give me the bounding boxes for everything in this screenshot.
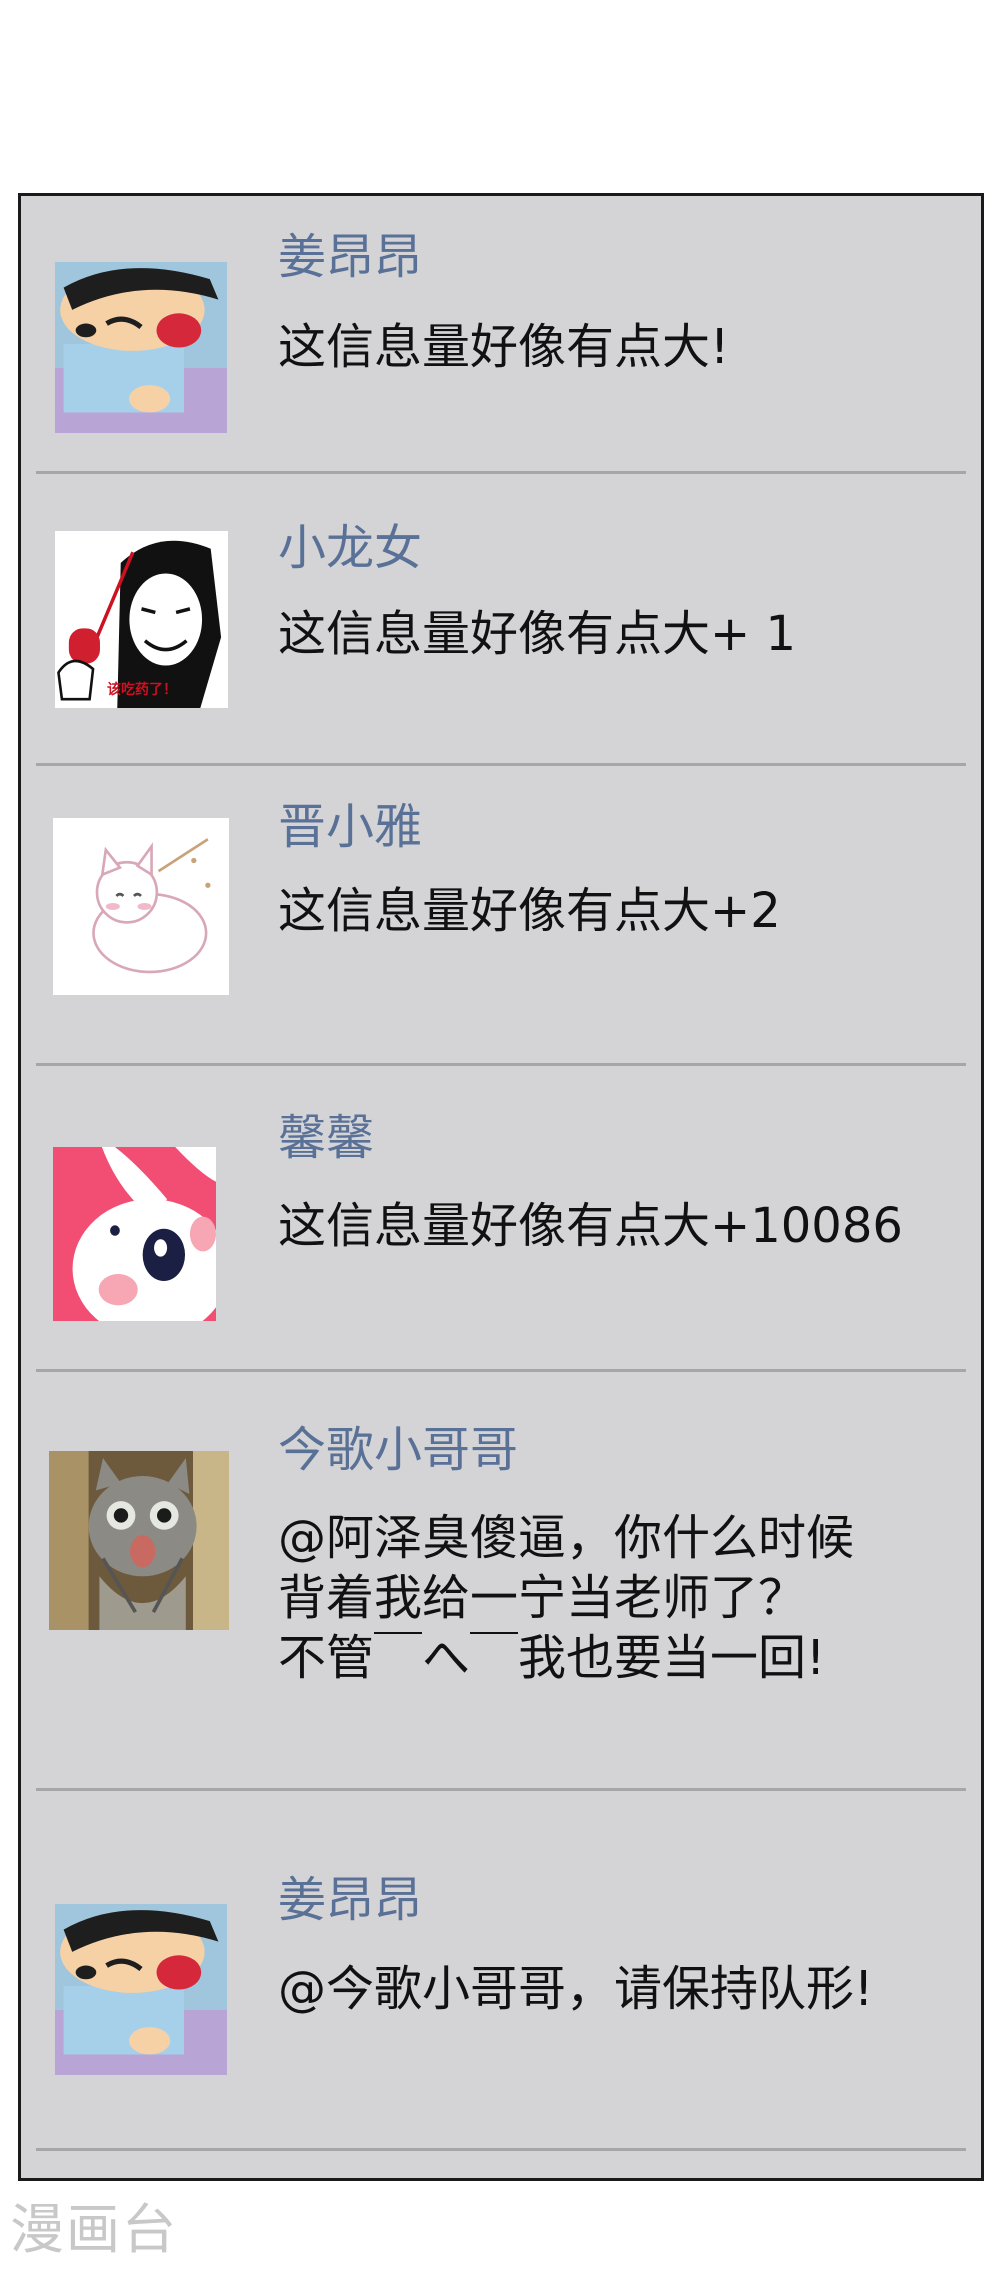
- comment-text: 这信息量好像有点大+10086: [278, 1198, 903, 1254]
- comment-item: 晋小雅 这信息量好像有点大+2: [21, 766, 981, 1066]
- comment-item: 该吃药了！ 小龙女 这信息量好像有点大+ 1: [21, 474, 981, 766]
- comment-username[interactable]: 姜昂昂: [278, 1870, 422, 1930]
- white-cat-icon: [53, 818, 229, 995]
- comment-text: @阿泽臭傻逼，你什么时候 背着我给一宁当老师了？ 不管￣へ￣我也要当一回!: [278, 1508, 854, 1688]
- comment-username[interactable]: 今歌小哥哥: [278, 1420, 518, 1480]
- comment-username[interactable]: 馨馨: [278, 1108, 374, 1168]
- crayon-boy-avatar[interactable]: [55, 1904, 227, 2075]
- comment-username[interactable]: 姜昂昂: [278, 227, 422, 287]
- surprised-cat-icon: [49, 1451, 229, 1630]
- crayon-boy-icon: [55, 1904, 227, 2075]
- pink-bunny-icon: [53, 1147, 216, 1321]
- comment-username[interactable]: 小龙女: [278, 518, 422, 578]
- comment-text: 这信息量好像有点大+ 1: [278, 606, 797, 662]
- pink-bunny-avatar[interactable]: [53, 1147, 216, 1321]
- watermark: 漫画台: [10, 2198, 178, 2261]
- comment-text: @今歌小哥哥，请保持队形!: [278, 1961, 874, 2017]
- comment-item: 馨馨 这信息量好像有点大+10086: [21, 1066, 981, 1372]
- comment-text-line: @阿泽臭傻逼，你什么时候: [278, 1510, 855, 1566]
- meme-face-avatar[interactable]: 该吃药了！: [55, 531, 228, 708]
- crayon-boy-icon: [55, 262, 227, 433]
- comment-text: 这信息量好像有点大+2: [278, 883, 781, 939]
- surprised-cat-avatar[interactable]: [49, 1451, 229, 1630]
- white-cat-avatar[interactable]: [53, 818, 229, 995]
- comment-item: 姜昂昂 这信息量好像有点大!: [21, 196, 981, 476]
- avatar-caption: 该吃药了！: [107, 682, 177, 698]
- comment-text-line: 不管￣へ￣我也要当一回!: [278, 1630, 826, 1686]
- comment-username[interactable]: 晋小雅: [278, 797, 422, 857]
- crayon-boy-avatar[interactable]: [55, 262, 227, 433]
- comment-text: 这信息量好像有点大!: [278, 319, 730, 375]
- comment-item: 今歌小哥哥 @阿泽臭傻逼，你什么时候 背着我给一宁当老师了？ 不管￣へ￣我也要当…: [21, 1372, 981, 1786]
- divider: [36, 2148, 966, 2151]
- comment-text-line: 背着我给一宁当老师了？: [278, 1570, 807, 1626]
- comment-item: 姜昂昂 @今歌小哥哥，请保持队形!: [21, 1791, 981, 2131]
- comment-panel: 姜昂昂 这信息量好像有点大! 该吃药了！ 小龙女 这信息量好像有点大+ 1 晋小…: [18, 193, 984, 2181]
